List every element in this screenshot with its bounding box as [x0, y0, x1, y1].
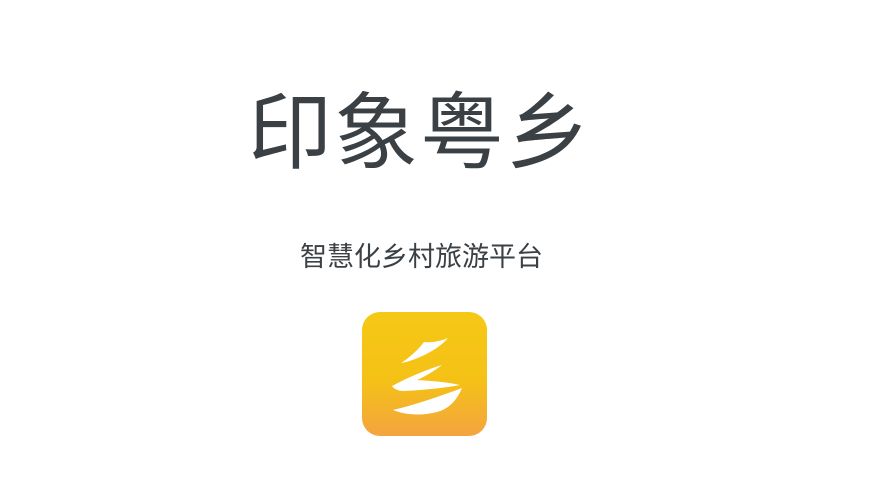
splash-page: 印象粤乡 智慧化乡村旅游平台 — [0, 0, 869, 498]
app-title: 印象粤乡 — [248, 84, 593, 182]
xiang-character-logo-icon — [362, 312, 487, 436]
app-tagline: 智慧化乡村旅游平台 — [300, 242, 543, 273]
